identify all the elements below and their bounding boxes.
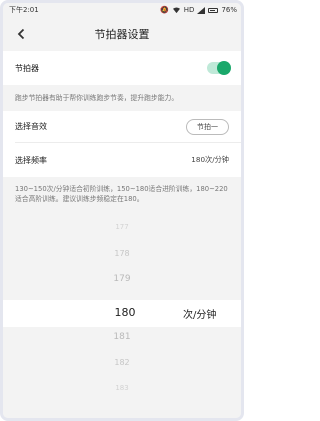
- mute-icon: 🔕: [160, 6, 169, 14]
- sound-label: 选择音效: [15, 122, 47, 131]
- chevron-left-icon: [17, 28, 25, 40]
- status-bar: 下午2:01 🔕 HD 76%: [3, 3, 241, 17]
- toggle-knob: [217, 61, 231, 75]
- picker-item[interactable]: 183: [3, 384, 241, 392]
- picker-item[interactable]: 179: [3, 274, 241, 284]
- battery-level: 76%: [221, 6, 237, 14]
- picker-unit: 次/分钟: [183, 310, 217, 321]
- frequency-row[interactable]: 选择频率 180次/分钟: [3, 143, 241, 177]
- frequency-label: 选择频率: [15, 155, 47, 165]
- wifi-icon: [172, 6, 180, 13]
- nav-bar: 节拍器设置: [3, 17, 241, 51]
- metronome-description: 跑步节拍器有助于帮你训练跑步节奏，提升跑步能力。: [3, 85, 241, 111]
- frequency-description: 130~150次/分钟适合初阶训练，150~180适合进阶训练，180~220适…: [3, 177, 241, 219]
- network-label: HD: [183, 6, 195, 14]
- picker-item[interactable]: 182: [3, 358, 241, 367]
- frequency-picker[interactable]: 177 178 179 180 次/分钟 181 182 183: [3, 219, 241, 418]
- picker-item[interactable]: 178: [3, 249, 241, 258]
- picker-item[interactable]: 181: [3, 332, 241, 342]
- page-title: 节拍器设置: [94, 28, 150, 41]
- picker-item[interactable]: 177: [3, 223, 241, 231]
- frequency-value: 180次/分钟: [191, 155, 229, 164]
- picker-selected-row[interactable]: 180 次/分钟: [3, 300, 241, 327]
- signal-icon: [197, 6, 206, 14]
- battery-icon: [208, 7, 219, 13]
- metronome-row: 节拍器: [3, 51, 241, 85]
- device-frame: 下午2:01 🔕 HD 76% 节拍器设置 节拍器 跑步节拍器有助于帮你训练跑步: [0, 0, 244, 421]
- status-time: 下午2:01: [9, 6, 39, 14]
- metronome-label: 节拍器: [15, 63, 39, 73]
- back-button[interactable]: [11, 24, 31, 44]
- sound-row: 选择音效 节拍一: [3, 111, 241, 142]
- status-icons: 🔕 HD 76%: [160, 6, 237, 14]
- metronome-toggle[interactable]: [207, 61, 231, 75]
- sound-select-button[interactable]: 节拍一: [186, 118, 229, 135]
